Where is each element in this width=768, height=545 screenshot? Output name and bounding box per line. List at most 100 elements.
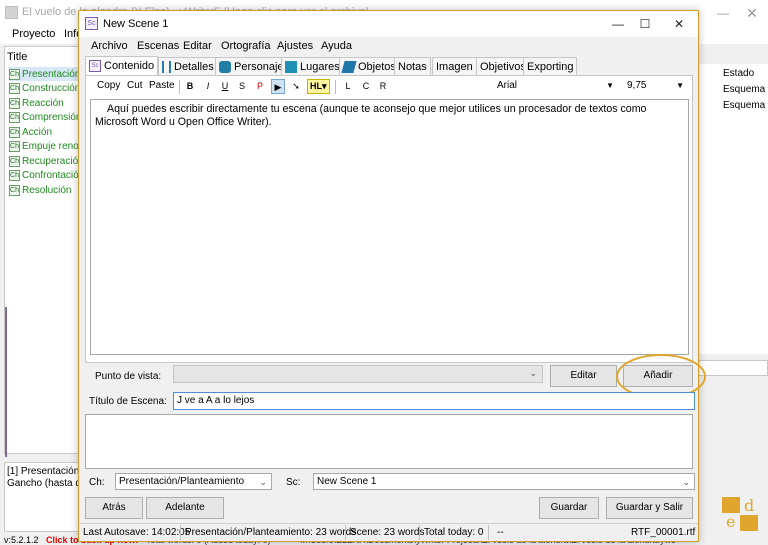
chapter-item-label: Confrontació (22, 169, 79, 181)
dialog-titlebar: Sc New Scene 1 — ☐ ✕ (79, 11, 698, 37)
tab-exporting[interactable]: Exporting (523, 57, 578, 75)
cut-button[interactable]: Cut (127, 80, 143, 91)
chevron-down-icon: ▼ (606, 81, 614, 90)
underline-button[interactable]: U (218, 79, 232, 94)
estado-cell: Esquema (723, 84, 766, 95)
guardar-y-salir-button[interactable]: Guardar y Salir (606, 497, 693, 519)
font-size-select[interactable]: 9,75 ▼ (623, 78, 687, 95)
scene-text: Aquí puedes escribir directamente tu esc… (95, 103, 647, 128)
chapter-item-label: Comprensión (22, 111, 82, 123)
p-button[interactable]: P (253, 79, 267, 94)
scene-value: New Scene 1 (317, 476, 377, 487)
strike-button[interactable]: S (235, 79, 249, 94)
chapter-icon: Ch (9, 184, 20, 196)
guardar-button[interactable]: Guardar (539, 497, 599, 519)
tab-detalles[interactable]: Detalles (158, 57, 218, 75)
chapter-item[interactable]: Ch Resolución (9, 183, 71, 197)
tab-objetos[interactable]: Objetos (339, 57, 400, 75)
scene-icon: Sc (89, 60, 101, 72)
menu-editar[interactable]: Editar (183, 40, 212, 52)
editor-toolbar: Copy Cut Paste B I U S P ▶ ➘ HL▾ L C R A… (85, 77, 689, 97)
tab-contenido[interactable]: Sc Contenido (85, 56, 159, 75)
chapter-icon: Ch (9, 155, 20, 167)
pointer-icon[interactable]: ➘ (289, 79, 303, 94)
tab-objetivos[interactable]: Objetivos (476, 57, 530, 75)
main-minimize-icon[interactable]: — (716, 7, 730, 19)
minimize-button[interactable]: — (609, 15, 627, 33)
scene-notes-area[interactable] (85, 414, 693, 469)
titulo-escena-label: Título de Escena: (89, 396, 167, 407)
highlight-button[interactable]: HL▾ (307, 79, 330, 94)
menu-ajustes[interactable]: Ajustes (277, 40, 313, 52)
align-right-button[interactable]: R (376, 79, 390, 94)
chevron-down-icon: ⌄ (682, 477, 690, 487)
status-dashes: -- (497, 527, 504, 538)
scene-label: Sc: (286, 477, 301, 488)
align-left-button[interactable]: L (341, 79, 355, 94)
scene-text-editor[interactable]: Aquí puedes escribir directamente tu esc… (90, 99, 689, 355)
chapter-item[interactable]: Ch Confrontació (9, 168, 79, 182)
chevron-down-icon: ⌄ (259, 477, 267, 487)
chapter-list-header[interactable]: Title (7, 51, 27, 63)
font-size-value: 9,75 (627, 80, 647, 91)
chapter-item[interactable]: Ch Reacción (9, 96, 64, 110)
version-label: v:5.2.1.2 (4, 536, 39, 545)
menu-proyecto[interactable]: Proyecto (12, 28, 55, 40)
atras-button[interactable]: Atrás (85, 497, 143, 519)
chapter-item[interactable]: Ch Recuperación (9, 154, 84, 168)
right-lower-field[interactable] (696, 360, 768, 376)
chapter-item[interactable]: Ch Comprensión (9, 110, 81, 124)
play-icon[interactable]: ▶ (271, 79, 285, 94)
tab-label: Objetivos (480, 60, 526, 73)
chapter-icon: Ch (9, 68, 20, 80)
close-button[interactable]: ✕ (670, 15, 688, 33)
anadir-button[interactable]: Añadir (623, 365, 693, 387)
chapter-icon: Ch (9, 97, 20, 109)
dialog-statusbar: Last Autosave: 14:02:05 Presentación/Pla… (79, 523, 698, 541)
maximize-button[interactable]: ☐ (636, 15, 654, 33)
chapter-item[interactable]: Ch Empuje renov (9, 139, 84, 153)
scene-description-line: Gancho (hasta de (7, 478, 87, 489)
total-today-status: Total today: 0 (424, 527, 484, 538)
punto-de-vista-select[interactable]: ⌄ (173, 365, 543, 383)
details-icon (162, 60, 171, 73)
autosave-status: Last Autosave: 14:02:05 (83, 527, 191, 538)
menu-escenas[interactable]: Escenas (137, 40, 179, 52)
adelante-button[interactable]: Adelante (146, 497, 224, 519)
chevron-down-icon: ▾ (322, 81, 327, 91)
font-select[interactable]: Arial ▼ (493, 78, 617, 95)
paste-button[interactable]: Paste (149, 80, 175, 91)
editar-button[interactable]: Editar (550, 365, 617, 387)
tab-lugares[interactable]: Lugares (281, 57, 344, 75)
chapter-item[interactable]: Ch Construcción (9, 81, 80, 95)
menu-ayuda[interactable]: Ayuda (321, 40, 352, 52)
status-separator (419, 525, 420, 540)
tab-label: Objetos (358, 60, 396, 73)
chapter-item[interactable]: Ch Acción (9, 125, 52, 139)
estado-cell: Esquema (723, 100, 766, 111)
tab-imagen[interactable]: Imagen (432, 57, 477, 75)
italic-button[interactable]: I (201, 79, 215, 94)
tab-label: Detalles (174, 60, 214, 73)
estado-column-header[interactable]: Estado (723, 68, 754, 79)
main-close-icon[interactable]: ✕ (744, 5, 760, 21)
titulo-escena-input[interactable]: J ve a A a lo lejos (173, 392, 695, 410)
dialog-menubar: Archivo Escenas Editar Ortografía Ajuste… (79, 37, 698, 55)
chevron-down-icon: ⌄ (529, 368, 537, 378)
menu-ortografia[interactable]: Ortografía (221, 40, 271, 52)
chapter-select[interactable]: Presentación/Planteamiento ⌄ (115, 473, 272, 490)
copy-button[interactable]: Copy (97, 80, 120, 91)
scene-editor-dialog: Sc New Scene 1 — ☐ ✕ Archivo Escenas Edi… (78, 10, 706, 542)
menu-archivo[interactable]: Archivo (91, 40, 128, 52)
bold-button[interactable]: B (183, 79, 197, 94)
scene-select[interactable]: New Scene 1 ⌄ (313, 473, 695, 490)
chapter-icon: Ch (9, 126, 20, 138)
tab-notas[interactable]: Notas (394, 57, 431, 75)
chapter-item-label: Reacción (22, 97, 64, 109)
scene-description-line: [1] Presentación/P (7, 466, 89, 477)
status-separator (180, 525, 181, 540)
chapter-label: Ch: (89, 477, 105, 488)
align-center-button[interactable]: C (359, 79, 373, 94)
logo-letter-e: e (726, 512, 735, 531)
logo-letter-d: d (744, 497, 754, 515)
